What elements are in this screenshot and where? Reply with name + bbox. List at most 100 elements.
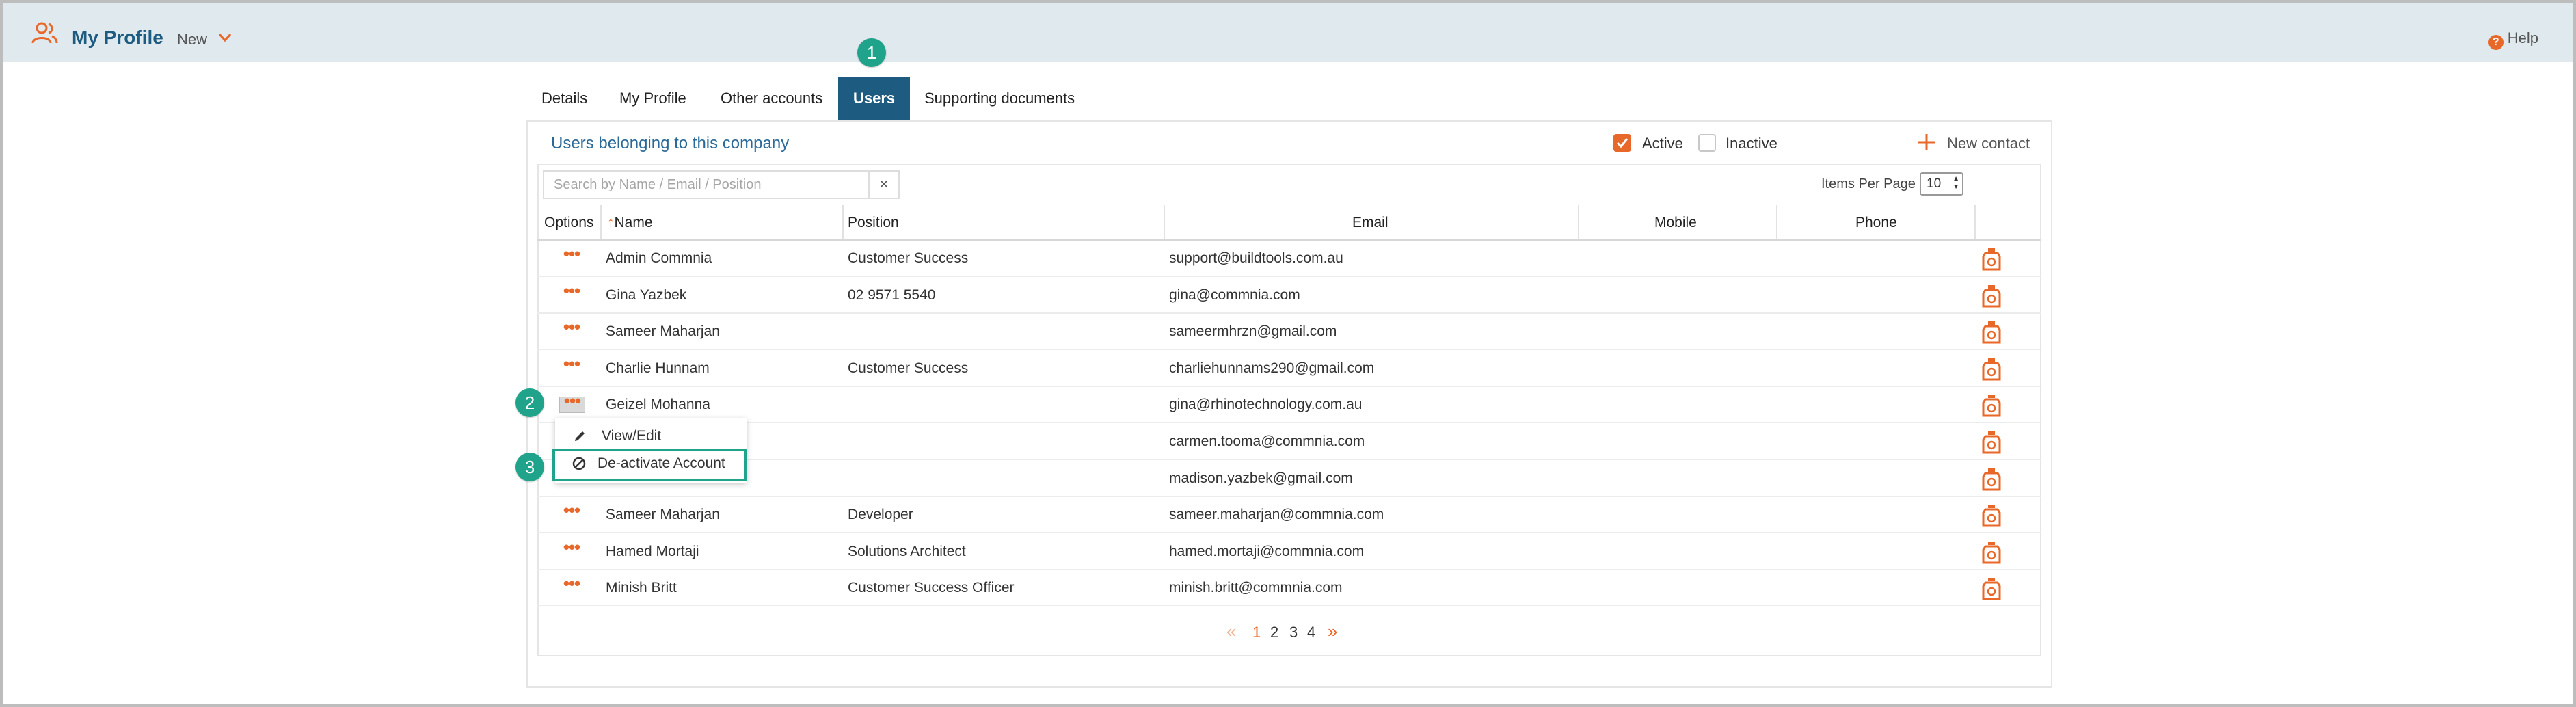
col-header-email[interactable]: Email <box>1352 206 1388 239</box>
cell-email: charliehunnams290@gmail.com <box>1169 360 1375 376</box>
help-icon: ? <box>2488 35 2504 50</box>
help-link[interactable]: ? Help <box>2488 29 2538 50</box>
help-label: Help <box>2507 29 2538 46</box>
table-row: •••carmen.tooma@commnia.com <box>537 424 2041 460</box>
tab-supporting-documents[interactable]: Supporting documents <box>909 77 1090 120</box>
cell-position: Developer <box>848 507 913 523</box>
users-icon <box>31 22 58 44</box>
highlight-box <box>552 449 747 481</box>
row-options-button[interactable]: ••• <box>559 355 584 375</box>
pagination-page-1[interactable]: 1 <box>1252 624 1261 641</box>
bottle-icon[interactable] <box>1981 541 2002 564</box>
cell-position: Customer Success <box>848 250 969 266</box>
row-options-button[interactable]: ••• <box>559 318 584 338</box>
col-header-name[interactable]: ↑Name <box>607 206 653 239</box>
table-row: ••• Gina Yazbek 02 9571 5540 gina@commnia.c… <box>537 278 2041 314</box>
cell-email: sameermhrzn@gmail.com <box>1169 323 1337 340</box>
cell-email: madison.yazbek@gmail.com <box>1169 470 1353 486</box>
cell-name: Charlie Hunnam <box>606 360 710 376</box>
inactive-checkbox[interactable] <box>1698 134 1716 152</box>
items-per-page-value: 10 <box>1927 176 1942 191</box>
cell-position: 02 9571 5540 <box>848 286 936 303</box>
bottle-icon[interactable] <box>1981 431 2002 454</box>
tab-users[interactable]: Users <box>838 77 911 120</box>
bottle-icon[interactable] <box>1981 284 2002 308</box>
col-header-mobile[interactable]: Mobile <box>1654 206 1697 239</box>
bottle-icon[interactable] <box>1981 248 2002 271</box>
col-header-phone[interactable]: Phone <box>1855 206 1897 239</box>
bottle-icon[interactable] <box>1981 504 2002 527</box>
menu-item-label: View/Edit <box>602 428 662 444</box>
inactive-label: Inactive <box>1726 135 1777 152</box>
pencil-icon <box>575 431 585 441</box>
table-row: ••• Hamed Mortaji Solutions Architect hamed… <box>537 534 2041 570</box>
active-checkbox[interactable] <box>1613 134 1631 152</box>
table-row: ••• Geizel Mohanna gina@rhinotechnology.co… <box>537 387 2041 424</box>
chevron-down-icon[interactable] <box>218 33 232 42</box>
spinner-arrows-icon: ▲ ▼ <box>1953 175 1959 191</box>
cell-name: Minish Britt <box>606 580 677 596</box>
table-row: ••• Minish Britt Customer Success Officer m… <box>537 570 2041 607</box>
row-options-button[interactable]: ••• <box>559 538 584 559</box>
column-divider <box>600 205 602 241</box>
bottle-icon[interactable] <box>1981 321 2002 344</box>
cell-email: gina@rhinotechnology.com.au <box>1169 397 1363 413</box>
step-badge-2: 2 <box>515 388 544 417</box>
cell-name: Hamed Mortaji <box>606 543 699 559</box>
step-badge-3: 3 <box>515 453 544 481</box>
row-options-button[interactable]: ••• <box>559 501 584 522</box>
step-badge-1: 1 <box>857 38 886 67</box>
new-menu-button[interactable]: New <box>177 31 207 49</box>
table-row: ••• Admin Commnia Customer Success support@… <box>537 241 2041 277</box>
pagination-page-4[interactable]: 4 <box>1307 624 1315 641</box>
cell-name: Admin Commnia <box>606 250 712 266</box>
check-icon <box>1616 138 1628 148</box>
pagination-page-2[interactable]: 2 <box>1270 624 1278 641</box>
bottle-icon[interactable] <box>1981 468 2002 491</box>
panel-title: Users belonging to this company <box>551 134 790 152</box>
tab-my-profile[interactable]: My Profile <box>604 77 701 120</box>
cell-email: minish.britt@commnia.com <box>1169 580 1343 596</box>
cell-email: support@buildtools.com.au <box>1169 250 1343 266</box>
row-options-button[interactable]: ••• <box>559 574 584 595</box>
table-row: •••madison.yazbek@gmail.com <box>537 461 2041 497</box>
row-options-button[interactable]: ••• <box>559 392 585 414</box>
column-divider <box>842 205 844 241</box>
menu-item-view-edit[interactable]: View/Edit <box>555 423 747 450</box>
cell-name: Geizel Mohanna <box>606 397 710 413</box>
plus-icon[interactable] <box>1917 133 1936 152</box>
cell-name: Sameer Maharjan <box>606 323 720 340</box>
pagination-page-3[interactable]: 3 <box>1289 624 1298 641</box>
clear-search-button[interactable]: × <box>870 170 900 199</box>
column-divider <box>1776 205 1777 241</box>
items-per-page-select[interactable]: 10 ▲ ▼ <box>1920 172 1963 196</box>
new-contact-button[interactable]: New contact <box>1947 135 2030 152</box>
top-header: My Profile New ? Help <box>3 3 2573 62</box>
bottle-icon[interactable] <box>1981 358 2002 381</box>
cell-email: sameer.maharjan@commnia.com <box>1169 507 1384 523</box>
col-header-name-label: Name <box>614 215 653 230</box>
tab-other-accounts[interactable]: Other accounts <box>706 77 837 120</box>
col-header-position[interactable]: Position <box>848 206 899 239</box>
table-row: ••• Sameer Maharjan Developer sameer.maharj… <box>537 497 2041 534</box>
items-per-page-label: Items Per Page <box>1821 176 1916 191</box>
pagination-next[interactable]: » <box>1328 621 1337 642</box>
bottle-icon[interactable] <box>1981 577 2002 600</box>
search-input[interactable] <box>543 170 870 199</box>
cell-position: Solutions Architect <box>848 543 966 559</box>
column-divider <box>1974 205 1976 241</box>
tab-details[interactable]: Details <box>526 77 602 120</box>
cell-email: gina@commnia.com <box>1169 286 1300 303</box>
column-divider <box>1578 205 1579 241</box>
active-label: Active <box>1642 135 1683 152</box>
cell-position: Customer Success <box>848 360 969 376</box>
sort-arrow-icon: ↑ <box>607 215 615 230</box>
row-options-button[interactable]: ••• <box>559 245 584 265</box>
cell-name: Sameer Maharjan <box>606 507 720 523</box>
pagination-prev[interactable]: « <box>1226 621 1236 642</box>
table-row: ••• Charlie Hunnam Customer Success charlie… <box>537 351 2041 387</box>
cell-name: Gina Yazbek <box>606 286 687 303</box>
bottle-icon[interactable] <box>1981 394 2002 417</box>
cell-email: carmen.tooma@commnia.com <box>1169 433 1365 449</box>
row-options-button[interactable]: ••• <box>559 282 584 302</box>
